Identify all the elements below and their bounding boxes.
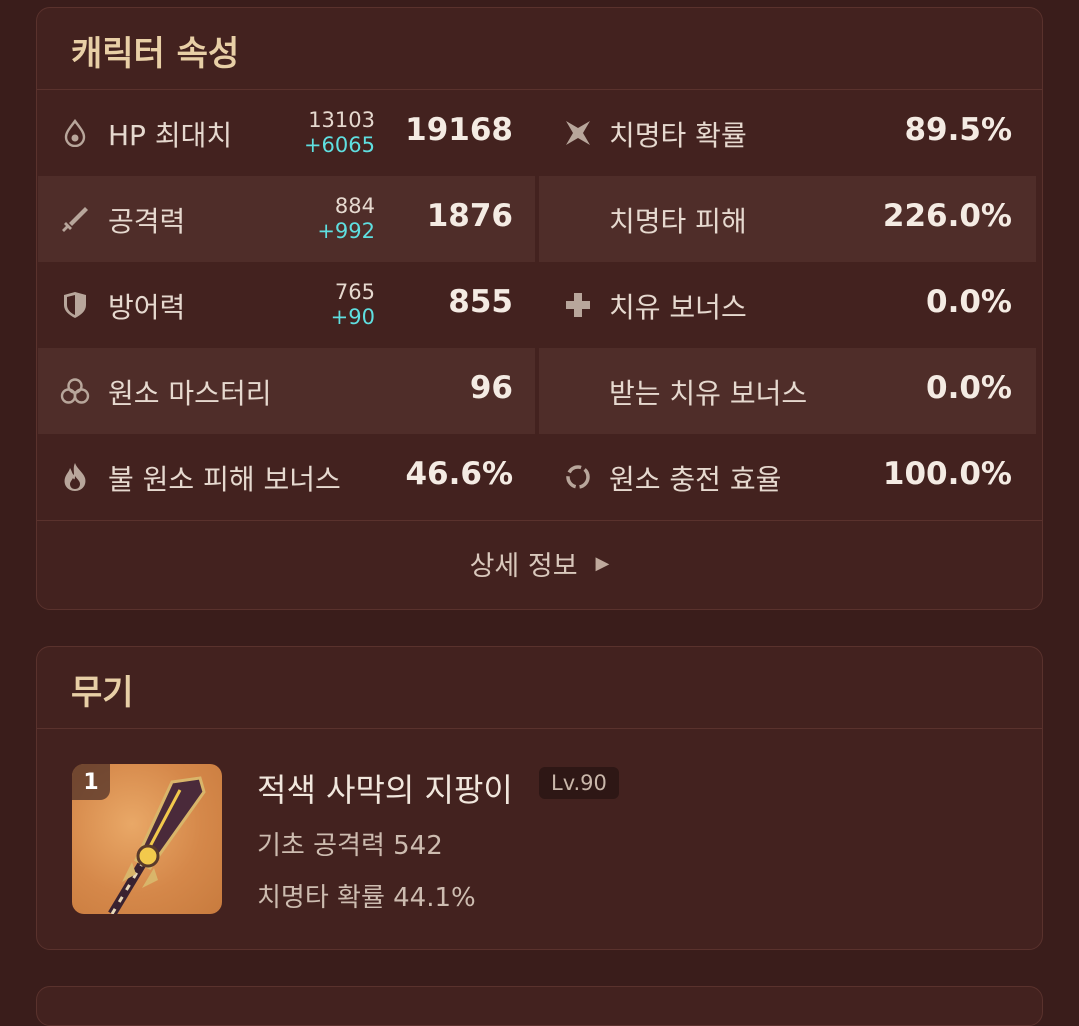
hp-drop-icon — [60, 118, 90, 148]
stat-label: HP 최대치 — [108, 119, 233, 152]
stat-pyro-dmg: 불 원소 피해 보너스 46.6% — [38, 434, 535, 520]
stat-energy-recharge: 원소 충전 효율 100.0% — [539, 434, 1036, 520]
weapon-substat: 치명타 확률 44.1% — [257, 883, 476, 913]
crit-rate-icon — [563, 118, 593, 148]
stat-incoming-healing: 받는 치유 보너스 0.0% — [539, 348, 1036, 434]
base-value: 884 — [334, 194, 375, 218]
stat-total: 96 — [469, 370, 513, 406]
stat-label: 공격력 — [108, 205, 186, 238]
stat-label: 치명타 피해 — [609, 205, 747, 238]
stat-total: 19168 — [405, 112, 513, 148]
base-value: 765 — [334, 280, 375, 304]
stat-breakdown: 13103 +6065 — [304, 108, 375, 158]
stat-atk: 공격력 884 +992 1876 — [38, 176, 535, 262]
stat-label: 받는 치유 보너스 — [609, 377, 808, 410]
stat-label: 치명타 확률 — [609, 119, 747, 152]
stat-label: 원소 마스터리 — [108, 377, 272, 410]
stat-crit-rate: 치명타 확률 89.5% — [539, 90, 1036, 176]
shield-icon — [60, 290, 90, 320]
pyro-icon — [60, 462, 90, 492]
elemental-mastery-icon — [60, 376, 90, 406]
stat-total: 855 — [448, 284, 513, 320]
sword-icon — [60, 204, 90, 234]
stat-def: 방어력 765 +90 855 — [38, 262, 535, 348]
weapon-name: 적색 사막의 지팡이 — [257, 771, 513, 809]
stat-total: 100.0% — [882, 456, 1012, 492]
stat-label: 방어력 — [108, 291, 186, 324]
refinement-badge: 1 — [72, 764, 110, 800]
stat-label: 치유 보너스 — [609, 291, 747, 324]
stat-crit-dmg: 치명타 피해 226.0% — [539, 176, 1036, 262]
stats-grid: HP 최대치 13103 +6065 19168 치명타 확률 89.5% 공격… — [37, 90, 1042, 520]
stat-row: 방어력 765 +90 855 치유 보너스 0.0% — [37, 262, 1042, 348]
stat-total: 0.0% — [926, 370, 1012, 406]
stat-elemental-mastery: 원소 마스터리 96 — [38, 348, 535, 434]
stat-row: 원소 마스터리 96 받는 치유 보너스 0.0% — [37, 348, 1042, 434]
attributes-title: 캐릭터 속성 — [37, 8, 1042, 90]
weapon-title: 무기 — [37, 647, 1042, 729]
base-value: 13103 — [308, 108, 375, 132]
weapon-body[interactable]: 1 적색 사막의 지팡이 Lv.90 기초 공격력 542 치명타 확률 44.… — [37, 729, 1042, 949]
stat-row: 공격력 884 +992 1876 치명타 피해 226.0% — [37, 176, 1042, 262]
energy-recharge-icon — [563, 462, 593, 492]
detail-label: 상세 정보 — [469, 551, 578, 582]
bonus-value: +90 — [330, 305, 375, 329]
stat-row: 불 원소 피해 보너스 46.6% 원소 충전 효율 100.0% — [37, 434, 1042, 520]
bonus-value: +6065 — [303, 133, 375, 157]
stat-breakdown: 884 +992 — [317, 194, 375, 244]
detail-info-button[interactable]: 상세 정보 ▶ — [37, 520, 1042, 606]
weapon-card: 무기 1 적색 사막의 지팡이 Lv.90 기초 공격력 542 치명타 확률 … — [36, 646, 1043, 950]
stat-row: HP 최대치 13103 +6065 19168 치명타 확률 89.5% — [37, 90, 1042, 176]
stat-total: 1876 — [426, 198, 513, 234]
stat-total: 89.5% — [904, 112, 1012, 148]
chevron-right-icon: ▶ — [595, 553, 610, 574]
stat-total: 46.6% — [405, 456, 513, 492]
plus-heal-icon — [563, 290, 593, 320]
stat-total: 0.0% — [926, 284, 1012, 320]
stat-healing-bonus: 치유 보너스 0.0% — [539, 262, 1036, 348]
stat-total: 226.0% — [882, 198, 1012, 234]
stat-breakdown: 765 +90 — [331, 280, 375, 330]
weapon-level-badge: Lv.90 — [539, 767, 619, 799]
next-card — [36, 986, 1043, 1026]
weapon-image: 1 — [72, 764, 222, 914]
bonus-value: +992 — [317, 219, 375, 243]
weapon-base-atk: 기초 공격력 542 — [257, 831, 443, 861]
stat-hp: HP 최대치 13103 +6065 19168 — [38, 90, 535, 176]
stat-label: 불 원소 피해 보너스 — [108, 463, 341, 496]
attributes-card: 캐릭터 속성 HP 최대치 13103 +6065 19168 치명타 확률 8… — [36, 7, 1043, 610]
stat-label: 원소 충전 효율 — [609, 463, 782, 496]
